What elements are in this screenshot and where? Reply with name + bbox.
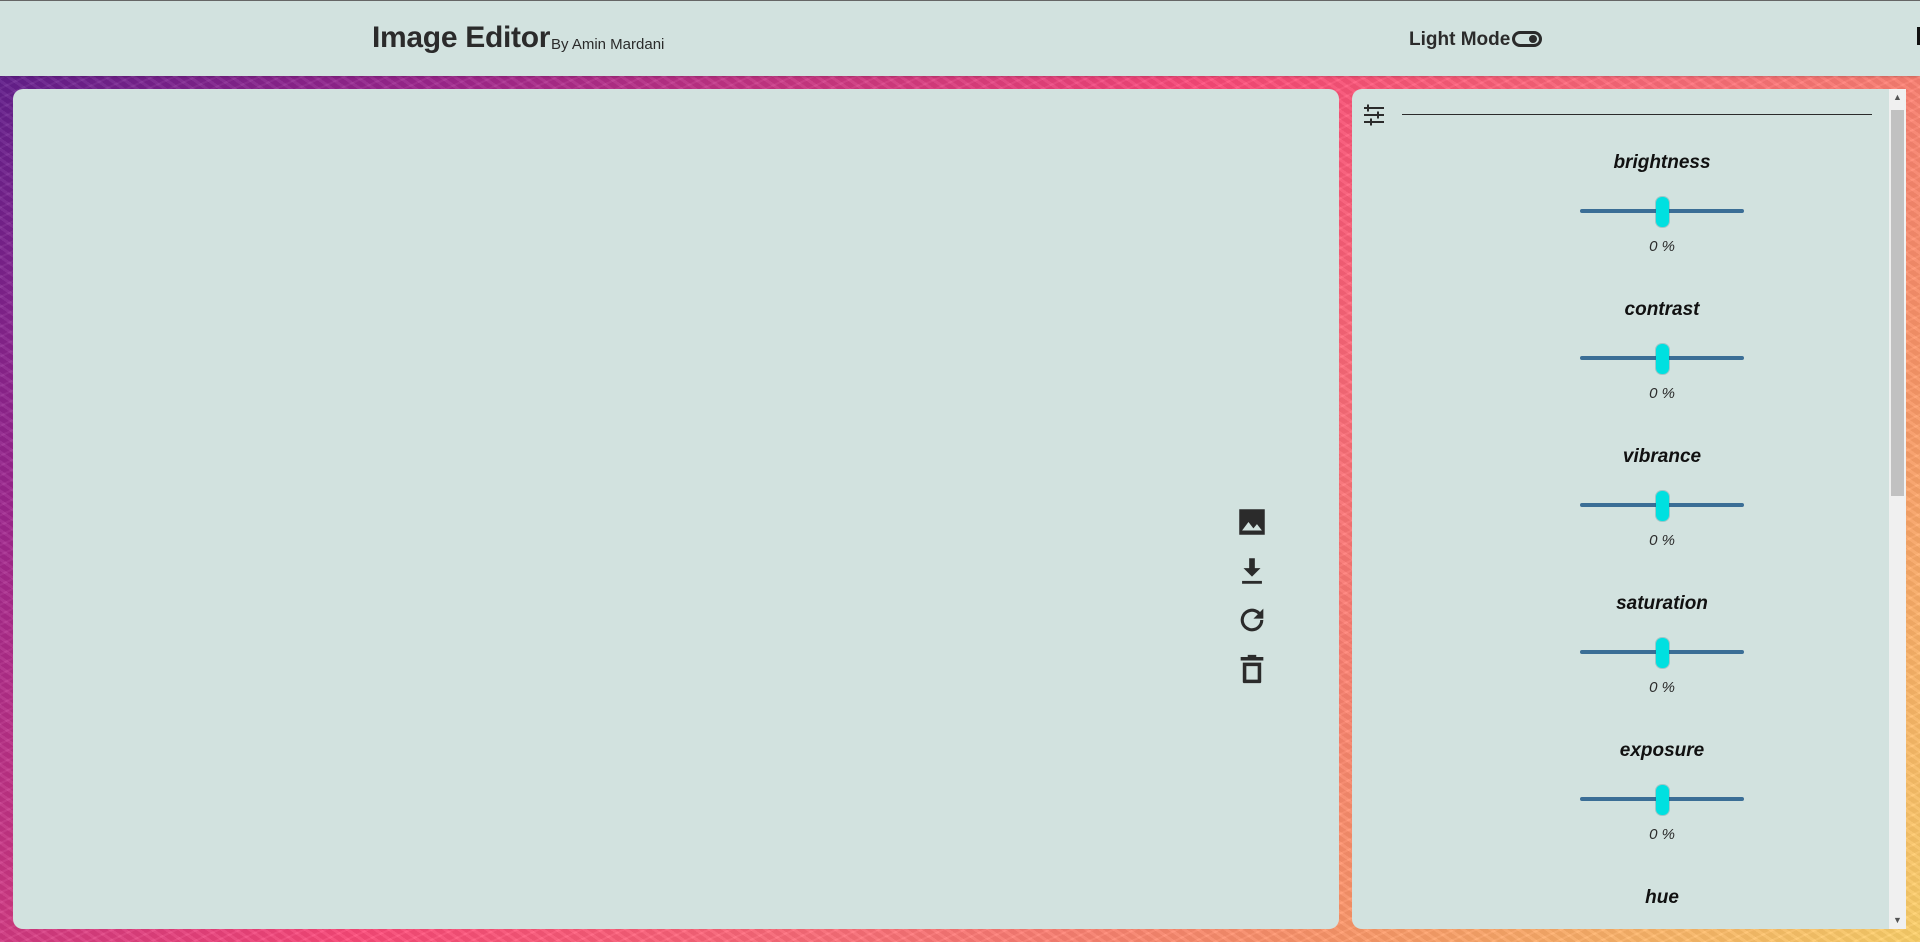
download-icon[interactable]: [1235, 554, 1269, 588]
exposure-label: exposure: [1619, 740, 1705, 761]
exposure-control: exposure 0 %: [1502, 738, 1822, 843]
brightness-slider[interactable]: [1580, 196, 1744, 227]
contrast-control: contrast 0 %: [1502, 297, 1822, 402]
trash-icon[interactable]: [1235, 652, 1269, 686]
contrast-slider[interactable]: [1580, 343, 1744, 374]
vibrance-value: 0 %: [1649, 532, 1675, 549]
scroll-thumb[interactable]: [1891, 110, 1904, 496]
hue-control: hue: [1502, 885, 1822, 929]
brightness-value: 0 %: [1649, 238, 1675, 255]
saturation-control: saturation 0 %: [1502, 591, 1822, 696]
tune-icon: [1364, 104, 1384, 126]
saturation-value: 0 %: [1649, 679, 1675, 696]
brightness-control: brightness 0 %: [1502, 150, 1822, 255]
slider-thumb[interactable]: [1656, 344, 1669, 374]
vibrance-control: vibrance 0 %: [1502, 444, 1822, 549]
brightness-label: brightness: [1613, 152, 1711, 173]
exposure-value: 0 %: [1649, 826, 1675, 843]
reset-icon[interactable]: [1235, 603, 1269, 637]
vibrance-label: vibrance: [1622, 446, 1702, 467]
contrast-value: 0 %: [1649, 385, 1675, 402]
saturation-slider[interactable]: [1580, 637, 1744, 668]
slider-thumb[interactable]: [1656, 491, 1669, 521]
adjustments-panel: brightness 0 % contrast 0 % vibrance 0 %…: [1352, 89, 1906, 929]
slider-thumb[interactable]: [1656, 785, 1669, 815]
scroll-up-icon[interactable]: ▲: [1889, 89, 1906, 106]
app-title: Image Editor: [372, 21, 551, 54]
image-icon[interactable]: [1235, 505, 1269, 539]
panel-header: [1362, 103, 1872, 129]
canvas-panel[interactable]: [13, 89, 1339, 929]
exposure-slider[interactable]: [1580, 784, 1744, 815]
app-author: By Amin Mardani: [551, 36, 665, 53]
hue-label: hue: [1645, 887, 1679, 908]
mode-label: Light Mode: [1409, 29, 1511, 50]
tool-stack: [1235, 505, 1271, 701]
app-header: Image Editor By Amin Mardani Light Mode: [0, 0, 1920, 76]
slider-thumb[interactable]: [1656, 197, 1669, 227]
saturation-label: saturation: [1616, 593, 1708, 614]
vibrance-slider[interactable]: [1580, 490, 1744, 521]
scroll-down-icon[interactable]: ▼: [1889, 912, 1906, 929]
slider-thumb[interactable]: [1656, 638, 1669, 668]
contrast-label: contrast: [1624, 299, 1700, 320]
mode-toggle-icon[interactable]: [1512, 31, 1542, 47]
panel-divider: [1402, 114, 1872, 115]
panel-scrollbar[interactable]: ▲ ▼: [1889, 89, 1906, 929]
